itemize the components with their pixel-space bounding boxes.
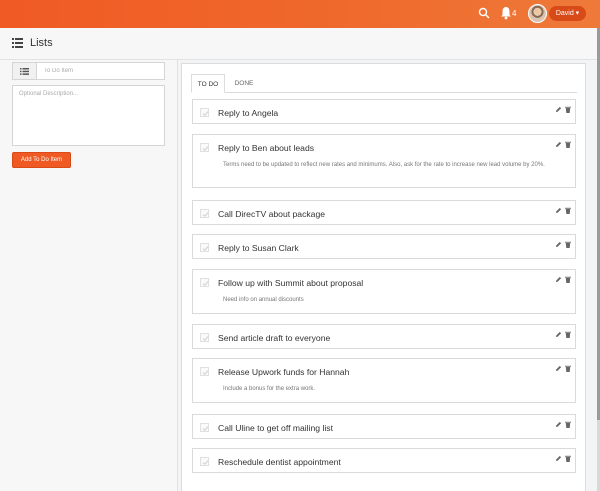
- todo-item-description: Include a bonus for the extra work.: [223, 386, 316, 392]
- check-icon: [202, 370, 209, 376]
- pencil-icon[interactable]: [555, 365, 562, 372]
- trash-icon[interactable]: [565, 106, 571, 113]
- description-input[interactable]: [12, 85, 165, 146]
- todo-item-title: Send article draft to everyone: [218, 333, 331, 343]
- check-icon: [202, 336, 209, 342]
- pencil-icon[interactable]: [555, 207, 562, 214]
- top-navbar: 4 David ▾: [0, 0, 600, 28]
- pencil-icon[interactable]: [555, 455, 562, 462]
- todo-item: Send article draft to everyone: [192, 324, 576, 349]
- todo-item-title: Reschedule dentist appointment: [218, 457, 341, 467]
- check-icon: [202, 111, 209, 117]
- check-icon: [202, 212, 209, 218]
- todo-item-description: Need info on annual discounts: [223, 297, 304, 303]
- page-header: Lists: [0, 28, 597, 60]
- trash-icon[interactable]: [565, 276, 571, 283]
- complete-checkbox[interactable]: [200, 243, 209, 252]
- user-menu-button[interactable]: David ▾: [549, 6, 586, 21]
- complete-checkbox[interactable]: [200, 423, 209, 432]
- trash-icon[interactable]: [565, 141, 571, 148]
- todo-item-title: Call Uline to get off mailing list: [218, 423, 333, 433]
- list-icon: [20, 68, 29, 75]
- todo-item-title: Reply to Angela: [218, 108, 279, 118]
- complete-checkbox[interactable]: [200, 209, 209, 218]
- page-title: Lists: [30, 37, 53, 49]
- pencil-icon[interactable]: [555, 276, 562, 283]
- trash-icon[interactable]: [565, 241, 571, 248]
- search-icon[interactable]: [478, 7, 490, 19]
- check-icon: [202, 281, 209, 287]
- pencil-icon[interactable]: [555, 141, 562, 148]
- tab-divider: [191, 92, 577, 93]
- todo-item: Reply to Angela: [192, 99, 576, 124]
- complete-checkbox[interactable]: [200, 108, 209, 117]
- trash-icon[interactable]: [565, 421, 571, 428]
- todo-item-title: Reply to Ben about leads: [218, 143, 315, 153]
- complete-checkbox[interactable]: [200, 143, 209, 152]
- check-icon: [202, 146, 209, 152]
- input-addon: [12, 62, 36, 80]
- tab-todo[interactable]: TO DO: [191, 74, 225, 93]
- todo-item: Call Uline to get off mailing list: [192, 414, 576, 439]
- todo-input-group: [12, 62, 165, 80]
- todo-item: Follow up with Summit about proposal Need…: [192, 269, 576, 314]
- bell-icon[interactable]: [500, 6, 512, 20]
- notification-count: 4: [512, 9, 517, 18]
- todo-item-title: Follow up with Summit about proposal: [218, 278, 364, 288]
- trash-icon[interactable]: [565, 455, 571, 462]
- check-icon: [202, 426, 209, 432]
- complete-checkbox[interactable]: [200, 333, 209, 342]
- trash-icon[interactable]: [565, 331, 571, 338]
- add-todo-button[interactable]: Add To Do Item: [12, 152, 71, 168]
- todo-item-title: Call DirecTV about package: [218, 209, 325, 219]
- complete-checkbox[interactable]: [200, 457, 209, 466]
- check-icon: [202, 460, 209, 466]
- todo-item: Release Upwork funds for Hannah Include a…: [192, 358, 576, 403]
- pencil-icon[interactable]: [555, 421, 562, 428]
- tab-done[interactable]: DONE: [228, 74, 260, 93]
- pencil-icon[interactable]: [555, 106, 562, 113]
- todo-item: Reschedule dentist appointment: [192, 448, 576, 473]
- todo-item: Call DirecTV about package: [192, 200, 576, 225]
- todo-item-title: Release Upwork funds for Hannah: [218, 367, 350, 377]
- check-icon: [202, 246, 209, 252]
- todo-item-title: Reply to Susan Clark: [218, 243, 299, 253]
- todo-item: Reply to Ben about leads Terms need to be…: [192, 134, 576, 188]
- avatar[interactable]: [528, 4, 547, 23]
- complete-checkbox[interactable]: [200, 278, 209, 287]
- pencil-icon[interactable]: [555, 241, 562, 248]
- complete-checkbox[interactable]: [200, 367, 209, 376]
- todo-item-description: Terms need to be updated to reflect new …: [223, 162, 545, 168]
- todo-item: Reply to Susan Clark: [192, 234, 576, 259]
- todo-item-input[interactable]: [36, 62, 165, 80]
- trash-icon[interactable]: [565, 365, 571, 372]
- trash-icon[interactable]: [565, 207, 571, 214]
- list-icon: [12, 38, 23, 48]
- pencil-icon[interactable]: [555, 331, 562, 338]
